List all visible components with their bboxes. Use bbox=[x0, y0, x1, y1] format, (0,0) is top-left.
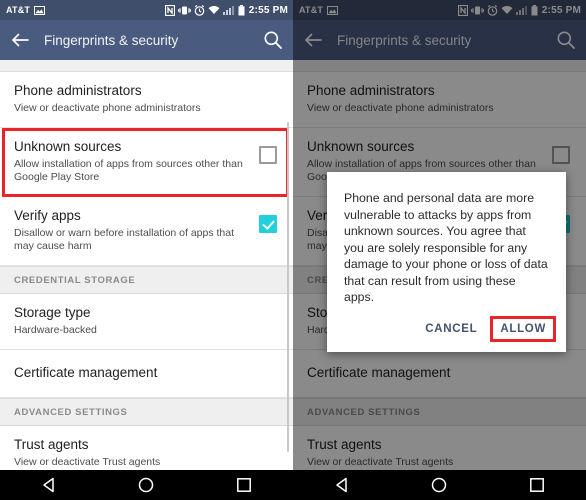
list-item-subtitle: View or deactivate phone administrators bbox=[14, 102, 201, 114]
list-item-title: Unknown sources bbox=[14, 139, 122, 154]
status-bar-left: AT&T bbox=[6, 5, 46, 15]
search-icon[interactable] bbox=[263, 30, 283, 50]
list-scrollbar[interactable] bbox=[287, 122, 289, 452]
nav-home-icon[interactable] bbox=[137, 476, 155, 494]
unknown-sources-dialog: Phone and personal data are more vulnera… bbox=[327, 172, 566, 352]
list-item-title: Storage type bbox=[14, 305, 91, 320]
list-item-subtitle: Hardware-backed bbox=[14, 324, 97, 336]
list-item-title: Phone administrators bbox=[14, 83, 142, 98]
list-item-text: Unknown sources Allow installation of ap… bbox=[14, 139, 249, 184]
navigation-bar[interactable] bbox=[0, 470, 293, 500]
list-item-subtitle: View or deactivate Trust agents bbox=[14, 456, 161, 468]
list-item-verify-apps[interactable]: Verify apps Disallow or warn before inst… bbox=[0, 197, 293, 266]
list-item-text: Trust agents View or deactivate Trust ag… bbox=[14, 437, 279, 469]
phone-screen-left: AT&T 2:55 PM Fingerprints & security Pho… bbox=[0, 0, 293, 500]
nav-home-icon[interactable] bbox=[430, 476, 448, 494]
signal-icon bbox=[222, 5, 235, 15]
alarm-icon bbox=[194, 4, 205, 16]
screenshot-icon bbox=[34, 5, 46, 15]
list-item-phone-administrators[interactable]: Phone administrators View or deactivate … bbox=[0, 72, 293, 128]
cancel-button[interactable]: CANCEL bbox=[416, 317, 486, 341]
list-item-subtitle: Allow installation of apps from sources … bbox=[14, 158, 243, 183]
allow-button[interactable]: ALLOW bbox=[490, 315, 556, 342]
list-item-text: Verify apps Disallow or warn before inst… bbox=[14, 208, 249, 253]
list-item-text: Storage type Hardware-backed bbox=[14, 305, 279, 337]
list-item-certificate-management[interactable]: Certificate management bbox=[0, 350, 293, 398]
nav-back-icon[interactable] bbox=[333, 476, 351, 494]
list-item-title: Trust agents bbox=[14, 437, 89, 452]
navigation-bar[interactable] bbox=[293, 470, 586, 500]
unknown-sources-checkbox[interactable] bbox=[259, 146, 277, 164]
clock-label: 2:55 PM bbox=[248, 4, 288, 16]
settings-list[interactable]: Phone administrators View or deactivate … bbox=[0, 60, 293, 500]
phone-screen-right: AT&T 2:55 PM Fingerprints & security Pho… bbox=[293, 0, 586, 500]
list-item-title: Certificate management bbox=[14, 365, 158, 380]
nav-back-icon[interactable] bbox=[40, 476, 58, 494]
list-item-unknown-sources[interactable]: Unknown sources Allow installation of ap… bbox=[0, 128, 293, 197]
nav-recents-icon[interactable] bbox=[528, 476, 546, 494]
app-bar: Fingerprints & security bbox=[0, 20, 293, 60]
status-bar: AT&T 2:55 PM bbox=[0, 0, 293, 20]
verify-apps-checkbox[interactable] bbox=[259, 215, 277, 233]
list-item-text: Phone administrators View or deactivate … bbox=[14, 83, 279, 115]
dialog-message: Phone and personal data are more vulnera… bbox=[344, 191, 548, 304]
status-bar-right: 2:55 PM bbox=[164, 4, 288, 16]
vibrate-icon bbox=[177, 5, 191, 16]
list-top-gap bbox=[0, 60, 293, 72]
screenshot-pair: AT&T 2:55 PM Fingerprints & security Pho… bbox=[0, 0, 586, 500]
dialog-actions: CANCEL ALLOW bbox=[327, 310, 566, 352]
list-item-text: Certificate management bbox=[14, 365, 279, 381]
list-item-subtitle: Disallow or warn before installation of … bbox=[14, 227, 235, 252]
nfc-icon bbox=[164, 4, 175, 16]
page-title: Fingerprints & security bbox=[44, 32, 179, 48]
battery-icon bbox=[238, 4, 245, 16]
carrier-label: AT&T bbox=[6, 5, 31, 15]
list-item-title: Verify apps bbox=[14, 208, 81, 223]
list-item-storage-type[interactable]: Storage type Hardware-backed bbox=[0, 294, 293, 350]
back-arrow-icon[interactable] bbox=[9, 29, 31, 51]
wifi-icon bbox=[208, 5, 220, 15]
section-header-advanced-settings: ADVANCED SETTINGS bbox=[0, 398, 293, 426]
section-header-credential-storage: CREDENTIAL STORAGE bbox=[0, 266, 293, 294]
nav-recents-icon[interactable] bbox=[235, 476, 253, 494]
